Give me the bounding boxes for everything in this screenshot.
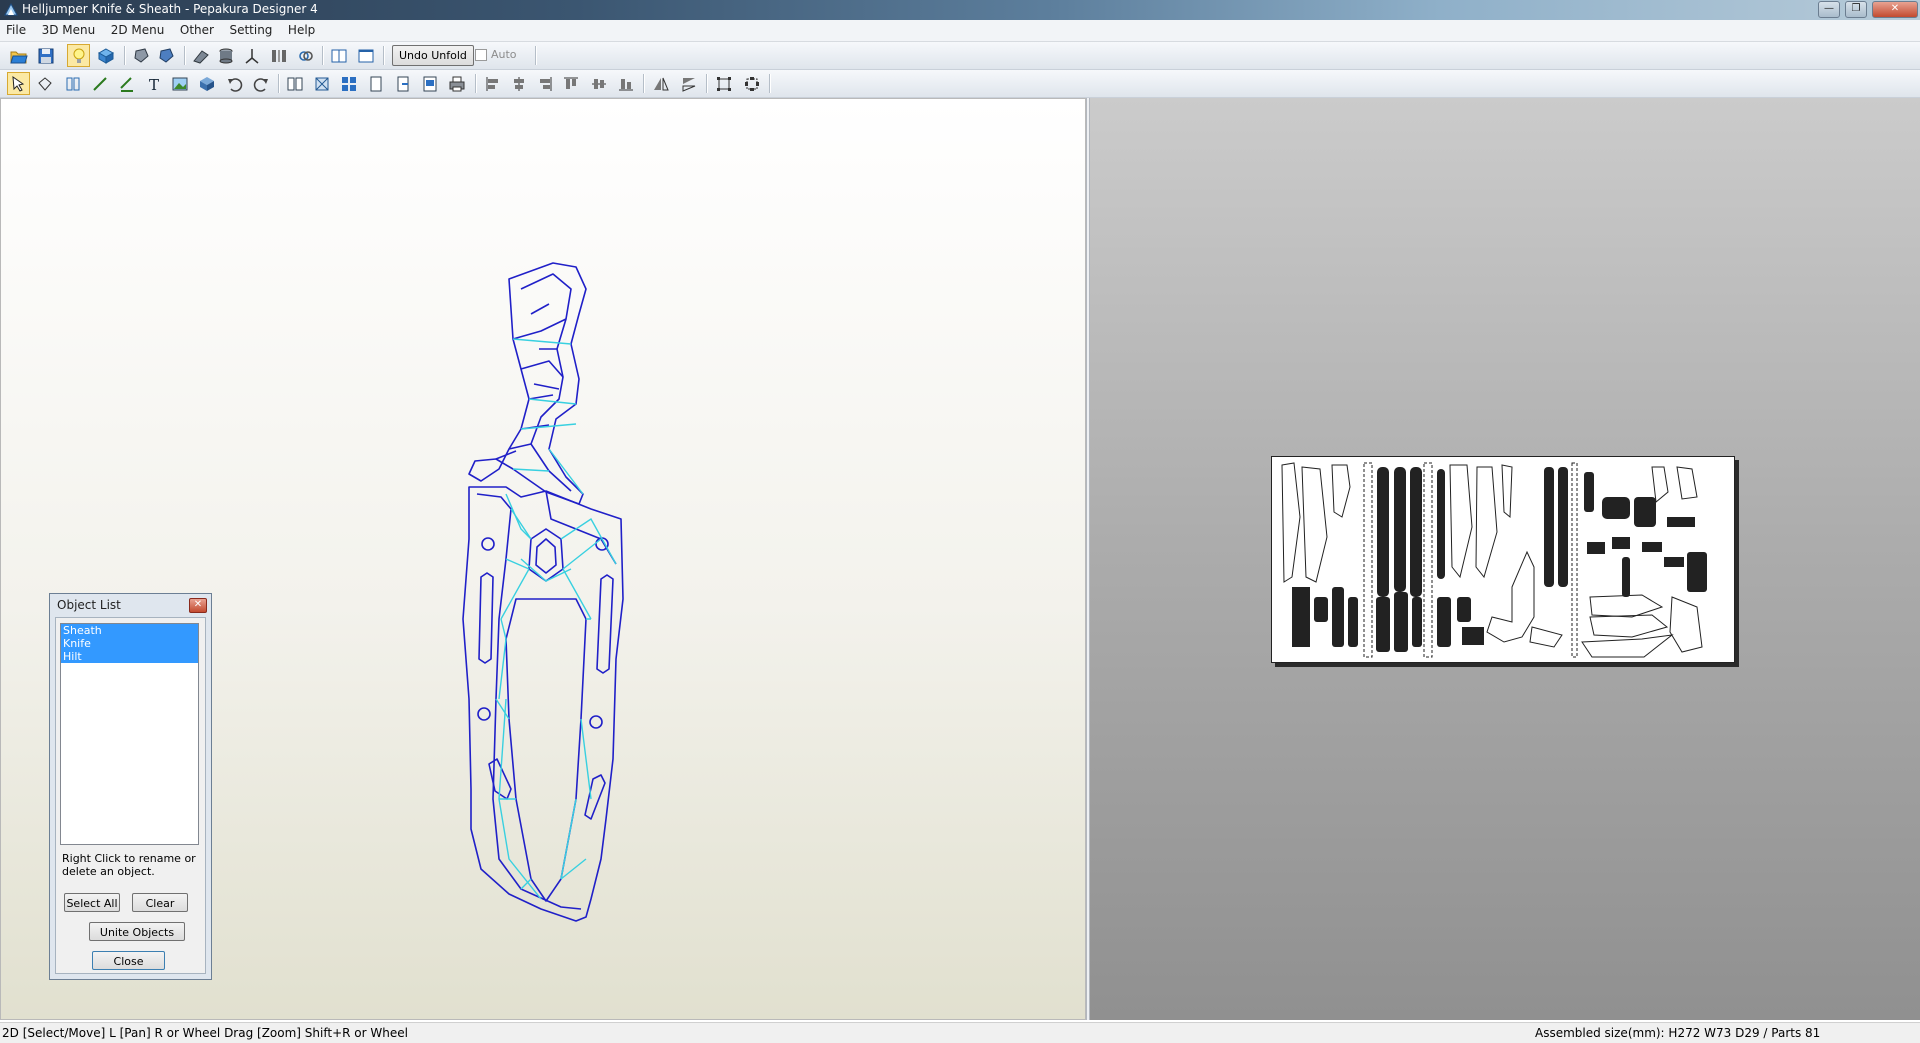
unfolded-parts-layout[interactable] <box>1272 457 1734 662</box>
object-list-title: Object List <box>57 598 121 612</box>
menu-file[interactable]: File <box>0 20 32 41</box>
menu-other[interactable]: Other <box>174 20 220 41</box>
window-title: Helljumper Knife & Sheath - Pepakura Des… <box>22 2 318 16</box>
auto-checkbox-group[interactable]: Auto <box>475 48 517 61</box>
texture-icon[interactable] <box>156 45 178 66</box>
svg-text:T: T <box>149 76 159 93</box>
cylinder-icon[interactable] <box>215 45 237 66</box>
list-item[interactable]: Knife <box>61 637 198 650</box>
maximize-icon[interactable]: ❐ <box>1845 1 1867 18</box>
draw-line-icon[interactable] <box>89 73 111 94</box>
lasso-icon[interactable] <box>34 73 56 94</box>
status-mode-text: 2D [Select/Move] L [Pan] R or Wheel Drag… <box>2 1026 408 1040</box>
2d-unfold-view[interactable] <box>1090 98 1920 1020</box>
fold-line-icon[interactable] <box>116 73 138 94</box>
object-list-hint: Right Click to rename or delete an objec… <box>62 852 196 878</box>
rotate-icon[interactable] <box>131 45 153 66</box>
object-list-body: Sheath Knife Hilt Right Click to rename … <box>55 617 206 974</box>
page-add-icon[interactable] <box>365 73 387 94</box>
close-icon[interactable]: ✕ <box>1872 1 1918 18</box>
align-middle-icon[interactable] <box>588 73 610 94</box>
menu-bar: File 3D Menu 2D Menu Other Setting Help <box>0 20 1920 42</box>
paper-sheet[interactable] <box>1271 456 1735 663</box>
flap-icon[interactable] <box>190 45 212 66</box>
redo-icon[interactable] <box>250 73 272 94</box>
grid-icon[interactable] <box>338 73 360 94</box>
auto-checkbox[interactable] <box>475 48 487 61</box>
list-item[interactable]: Hilt <box>61 650 198 663</box>
unite-objects-button[interactable]: Unite Objects <box>89 922 185 941</box>
light-bulb-icon[interactable] <box>67 44 90 67</box>
menu-2d[interactable]: 2D Menu <box>105 20 171 41</box>
text-icon[interactable]: T <box>143 73 165 94</box>
auto-label: Auto <box>491 48 517 61</box>
single-pane-icon[interactable] <box>355 45 377 66</box>
menu-setting[interactable]: Setting <box>223 20 278 41</box>
undo-icon[interactable] <box>224 73 246 94</box>
align-center-icon[interactable] <box>508 73 530 94</box>
flip-v-icon[interactable] <box>678 73 700 94</box>
undo-unfold-button[interactable]: Undo Unfold <box>392 45 474 66</box>
status-assembled-size: Assembled size(mm): H272 W73 D29 / Parts… <box>1535 1026 1821 1040</box>
flip-h-icon[interactable] <box>650 73 672 94</box>
view-3d-icon[interactable] <box>95 45 117 66</box>
title-bar: Helljumper Knife & Sheath - Pepakura Des… <box>0 0 1920 20</box>
close-button[interactable]: Close <box>92 951 165 970</box>
transform-icon[interactable] <box>741 73 763 94</box>
minimize-icon[interactable]: — <box>1818 1 1840 18</box>
list-item[interactable]: Sheath <box>61 624 198 637</box>
select-all-button[interactable]: Select All <box>64 893 120 912</box>
select-move-icon[interactable] <box>7 72 30 95</box>
menu-help[interactable]: Help <box>282 20 321 41</box>
main-toolbar: Undo Unfold Auto <box>0 42 1920 70</box>
link-icon[interactable] <box>295 45 317 66</box>
fit-icon[interactable] <box>311 73 333 94</box>
save-icon[interactable] <box>35 45 57 66</box>
object-listbox[interactable]: Sheath Knife Hilt <box>60 623 199 845</box>
clear-button[interactable]: Clear <box>132 893 188 912</box>
join-edge-icon[interactable] <box>62 73 84 94</box>
align-left-icon[interactable] <box>482 73 504 94</box>
page-icon[interactable] <box>284 73 306 94</box>
open-icon[interactable] <box>8 45 30 66</box>
split-view-icon[interactable] <box>268 45 290 66</box>
axis-icon[interactable] <box>241 45 263 66</box>
object-list-panel[interactable]: Object List ✕ Sheath Knife Hilt Right Cl… <box>49 593 212 980</box>
pepakura-app-icon <box>4 2 18 16</box>
page-next-icon[interactable] <box>392 73 414 94</box>
status-bar: 2D [Select/Move] L [Pan] R or Wheel Drag… <box>0 1022 1920 1043</box>
package-icon[interactable] <box>196 73 218 94</box>
align-top-icon[interactable] <box>560 73 582 94</box>
image-icon[interactable] <box>169 73 191 94</box>
page-setup-icon[interactable] <box>419 73 441 94</box>
align-bottom-icon[interactable] <box>615 73 637 94</box>
print-icon[interactable] <box>446 73 468 94</box>
menu-3d[interactable]: 3D Menu <box>36 20 102 41</box>
close-icon[interactable]: ✕ <box>189 598 207 613</box>
edit-toolbar: T <box>0 70 1920 98</box>
frame-icon[interactable] <box>713 73 735 94</box>
two-pane-icon[interactable] <box>328 45 350 66</box>
align-right-icon[interactable] <box>534 73 556 94</box>
